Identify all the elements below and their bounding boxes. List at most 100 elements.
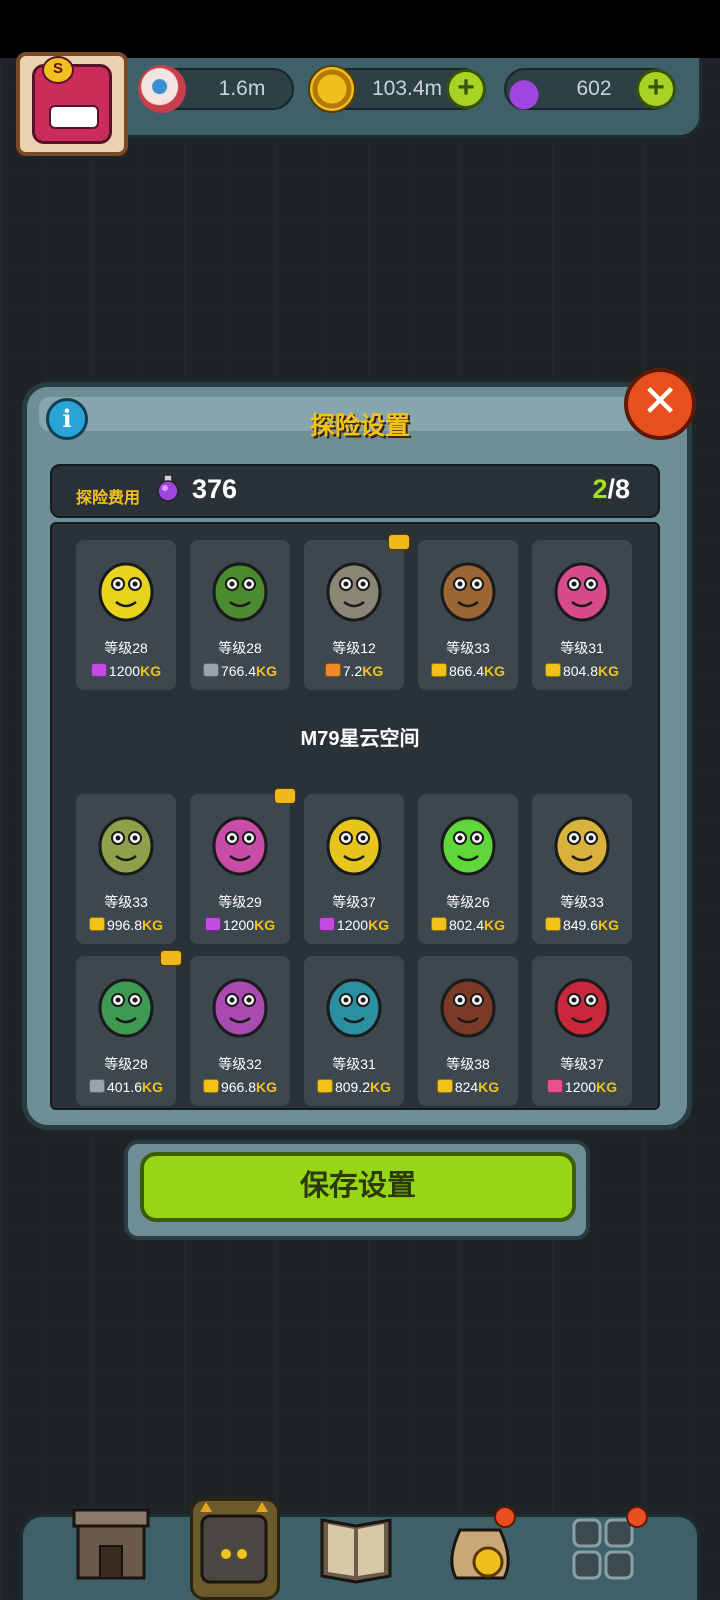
monster-icon: [554, 978, 610, 1038]
monster-icon: [440, 978, 496, 1038]
shop-icon[interactable]: [72, 1500, 152, 1586]
weight-bag-icon: [90, 663, 107, 677]
monster-card[interactable]: 等级33 866.4KG: [418, 540, 518, 690]
weight-value: 809.2: [334, 1079, 371, 1095]
weight-unit: KG: [256, 1079, 278, 1095]
monster-icon: [212, 562, 268, 622]
monster-card[interactable]: 等级37 1200KG: [304, 794, 404, 944]
monster-level: 等级32: [218, 1056, 262, 1072]
monster-icon: [98, 978, 154, 1038]
notification-dot: [494, 1506, 516, 1528]
weight-value: 824: [454, 1079, 479, 1095]
new-badge-icon: [160, 950, 182, 966]
weight-unit: KG: [598, 917, 620, 933]
weight-bag-icon: [204, 917, 221, 931]
weight-unit: KG: [142, 917, 164, 933]
weight-bag-icon: [546, 1079, 563, 1093]
cost-value: 376: [192, 474, 238, 504]
add-potions-button[interactable]: +: [636, 69, 676, 109]
coin-icon: [308, 65, 356, 113]
monster-weight: 7.2KG: [304, 663, 404, 679]
monster-weight: 802.4KG: [418, 917, 518, 933]
monster-card[interactable]: 等级38 824KG: [418, 956, 518, 1106]
book-icon[interactable]: [316, 1500, 396, 1586]
monster-level: 等级33: [560, 894, 604, 910]
monster-lair-icon[interactable]: [194, 1500, 274, 1586]
weight-unit: KG: [598, 663, 620, 679]
weight-unit: KG: [368, 917, 390, 933]
potion-icon: [157, 474, 179, 502]
monster-icon: [326, 978, 382, 1038]
weight-bag-icon: [436, 1079, 453, 1093]
monster-icon: [440, 816, 496, 876]
monster-weight: 1200KG: [190, 917, 290, 933]
monster-icon: [212, 978, 268, 1038]
potion-counter: 602 +: [500, 65, 676, 113]
monster-level: 等级38: [446, 1056, 490, 1072]
monster-card[interactable]: 等级31 804.8KG: [532, 540, 632, 690]
monster-level: 等级37: [560, 1056, 604, 1072]
monster-card[interactable]: 等级33 849.6KG: [532, 794, 632, 944]
weight-bag-icon: [88, 1079, 105, 1093]
monster-card[interactable]: 等级28 1200KG: [76, 540, 176, 690]
monster-weight: 809.2KG: [304, 1079, 404, 1095]
monster-level: 等级31: [332, 1056, 376, 1072]
mouth-icon: [49, 105, 99, 129]
weight-bag-icon: [544, 663, 561, 677]
add-coins-button[interactable]: +: [446, 69, 486, 109]
weight-bag-icon: [88, 917, 105, 931]
new-badge-icon: [274, 788, 296, 804]
monster-card[interactable]: 等级33 996.8KG: [76, 794, 176, 944]
weight-value: 1200: [564, 1079, 597, 1095]
monster-card[interactable]: 等级26 802.4KG: [418, 794, 518, 944]
weight-bag-icon: [316, 1079, 333, 1093]
monster-icon: [326, 562, 382, 622]
monster-icon: [212, 816, 268, 876]
weight-value: 7.2: [342, 663, 363, 679]
coin-counter: 103.4m +: [308, 65, 486, 113]
monster-level: 等级37: [332, 894, 376, 910]
weight-bag-icon: [430, 663, 447, 677]
dialog-title: 探险设置: [309, 412, 410, 440]
notification-dot: [626, 1506, 648, 1528]
monster-card[interactable]: 等级31 809.2KG: [304, 956, 404, 1106]
weight-unit: KG: [484, 917, 506, 933]
monster-card[interactable]: 等级28 766.4KG: [190, 540, 290, 690]
weight-bag-icon: [318, 917, 335, 931]
monster-card[interactable]: 等级29 1200KG: [190, 788, 296, 944]
monster-weight: 766.4KG: [190, 663, 290, 679]
monster-level: 等级28: [218, 640, 262, 656]
weight-unit: KG: [484, 663, 506, 679]
weight-value: 1200: [222, 917, 255, 933]
monster-weight: 804.8KG: [532, 663, 632, 679]
monster-level: 等级28: [104, 640, 148, 656]
monster-icon: [98, 816, 154, 876]
monster-level: 等级28: [104, 1056, 148, 1072]
monster-icon: [98, 562, 154, 622]
monster-level: 等级26: [446, 894, 490, 910]
monster-weight: 866.4KG: [418, 663, 518, 679]
close-button[interactable]: ✕: [624, 368, 696, 440]
weight-bag-icon: [430, 917, 447, 931]
eyeball-counter: 1.6m: [138, 65, 294, 113]
monster-icon: [440, 562, 496, 622]
weight-unit: KG: [256, 663, 278, 679]
save-settings-button[interactable]: 保存设置: [140, 1152, 576, 1222]
monster-card[interactable]: 等级32 966.8KG: [190, 956, 290, 1106]
weight-value: 804.8: [562, 663, 599, 679]
monster-level: 等级33: [446, 640, 490, 656]
slot-count: 2/8: [592, 474, 630, 505]
weight-value: 1200: [336, 917, 369, 933]
weight-bag-icon: [544, 917, 561, 931]
player-badge[interactable]: S: [16, 52, 128, 156]
badge-letter: S: [42, 56, 74, 84]
monster-card[interactable]: 等级37 1200KG: [532, 956, 632, 1106]
monster-card[interactable]: 等级12 7.2KG: [304, 534, 410, 690]
potion-icon: [500, 65, 548, 113]
weight-value: 1200: [108, 663, 141, 679]
monster-card[interactable]: 等级28 401.6KG: [76, 950, 182, 1106]
monster-weight: 401.6KG: [76, 1079, 176, 1095]
monster-weight: 966.8KG: [190, 1079, 290, 1095]
monster-weight: 824KG: [418, 1079, 518, 1095]
eyeball-icon: [138, 65, 186, 113]
